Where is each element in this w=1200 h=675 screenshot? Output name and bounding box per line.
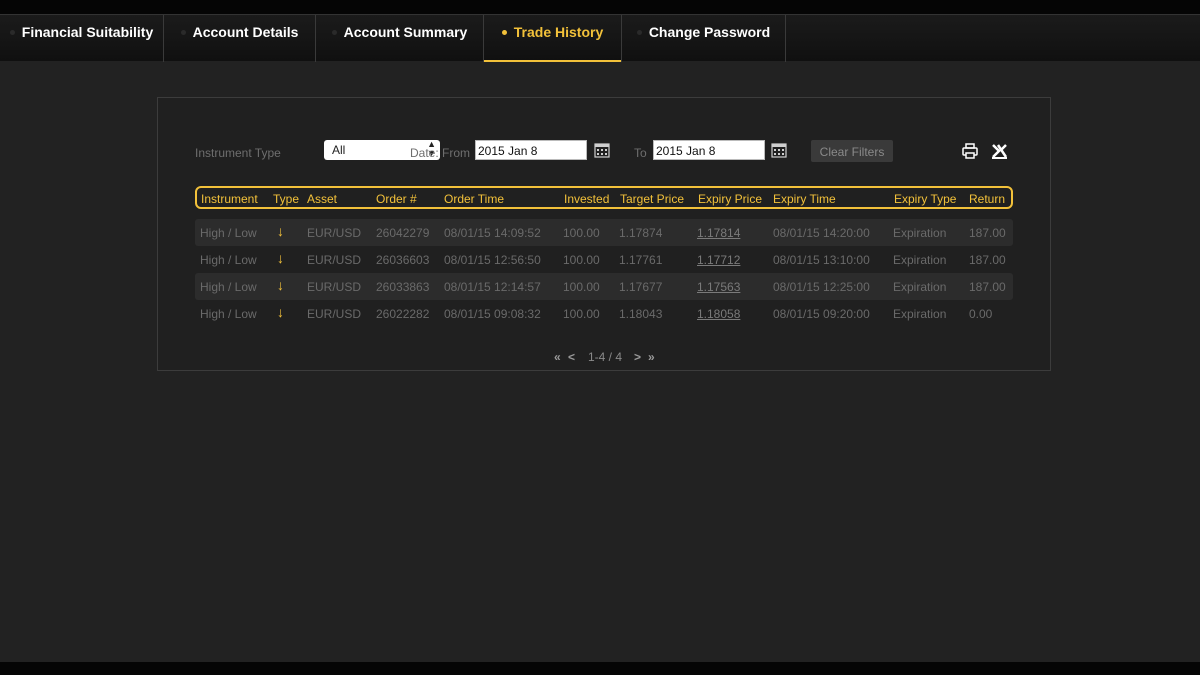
tab-bullet-icon <box>331 30 337 35</box>
cell-order-time: 08/01/15 12:14:57 <box>444 280 541 294</box>
cell-expiry-type: Expiration <box>893 280 947 294</box>
to-date-input[interactable]: 2015 Jan 8 <box>653 140 765 160</box>
table-row[interactable]: High / Low ↓ EUR/USD 26042279 08/01/15 1… <box>195 219 1013 246</box>
tab-account-details[interactable]: Account Details <box>164 15 316 62</box>
instrument-type-value: All <box>332 143 346 157</box>
col-asset[interactable]: Asset <box>307 192 337 206</box>
table-row[interactable]: High / Low ↓ EUR/USD 26033863 08/01/15 1… <box>195 273 1013 300</box>
cell-order-number: 26022282 <box>376 307 430 321</box>
cell-expiry-time: 08/01/15 14:20:00 <box>773 226 870 240</box>
top-bar <box>0 0 1200 14</box>
cell-asset: EUR/USD <box>307 253 362 267</box>
cell-asset: EUR/USD <box>307 226 362 240</box>
down-arrow-icon: ↓ <box>277 304 284 320</box>
cell-instrument: High / Low <box>200 253 257 267</box>
cell-expiry-price-link[interactable]: 1.17712 <box>697 253 740 267</box>
cell-expiry-time: 08/01/15 12:25:00 <box>773 280 870 294</box>
from-label: From <box>442 146 470 160</box>
instrument-type-label: Instrument Type <box>195 146 281 160</box>
cell-return: 187.00 <box>969 226 1006 240</box>
cell-expiry-time: 08/01/15 13:10:00 <box>773 253 870 267</box>
cell-order-number: 26036603 <box>376 253 430 267</box>
print-icon[interactable] <box>961 142 979 160</box>
cell-target-price: 1.18043 <box>619 307 663 321</box>
cell-expiry-price-link[interactable]: 1.17814 <box>697 226 740 240</box>
cell-expiry-type: Expiration <box>893 253 947 267</box>
calendar-icon[interactable] <box>771 142 787 158</box>
tab-label: Trade History <box>513 24 604 40</box>
cell-expiry-price-link[interactable]: 1.17563 <box>697 280 740 294</box>
tab-label: Account Summary <box>343 24 468 40</box>
col-order-time[interactable]: Order Time <box>444 192 504 206</box>
tab-label: Account Details <box>192 24 299 40</box>
cell-asset: EUR/USD <box>307 280 362 294</box>
tab-financial-suitability[interactable]: Financial Suitability <box>0 15 164 62</box>
down-arrow-icon: ↓ <box>277 223 284 239</box>
date-label: Date: <box>410 146 439 160</box>
table-row[interactable]: High / Low ↓ EUR/USD 26036603 08/01/15 1… <box>195 246 1013 273</box>
from-date-input[interactable]: 2015 Jan 8 <box>475 140 587 160</box>
cell-invested: 100.00 <box>563 280 600 294</box>
cell-asset: EUR/USD <box>307 307 362 321</box>
col-order-number[interactable]: Order # <box>376 192 417 206</box>
cell-expiry-type: Expiration <box>893 226 947 240</box>
cell-return: 187.00 <box>969 253 1006 267</box>
table-row[interactable]: High / Low ↓ EUR/USD 26022282 08/01/15 0… <box>195 300 1013 327</box>
cell-invested: 100.00 <box>563 253 600 267</box>
table-header: Instrument Type Asset Order # Order Time… <box>195 186 1013 209</box>
tab-change-password[interactable]: Change Password <box>622 15 786 62</box>
cell-invested: 100.00 <box>563 307 600 321</box>
cell-order-time: 08/01/15 09:08:32 <box>444 307 541 321</box>
cell-expiry-price-link[interactable]: 1.18058 <box>697 307 740 321</box>
tab-bullet-icon <box>180 30 186 35</box>
trade-history-panel: Instrument Type All ▲ ▼ Date: From 2015 J… <box>157 97 1051 371</box>
cell-target-price: 1.17874 <box>619 226 663 240</box>
cell-instrument: High / Low <box>200 307 257 321</box>
cell-order-number: 26042279 <box>376 226 430 240</box>
col-invested[interactable]: Invested <box>564 192 609 206</box>
cell-order-time: 08/01/15 12:56:50 <box>444 253 541 267</box>
down-arrow-icon: ↓ <box>277 277 284 293</box>
col-return[interactable]: Return <box>969 192 1005 206</box>
excel-export-icon[interactable] <box>991 142 1009 160</box>
cell-instrument: High / Low <box>200 280 257 294</box>
col-expiry-type[interactable]: Expiry Type <box>894 192 956 206</box>
bottom-bar <box>0 662 1200 675</box>
cell-expiry-time: 08/01/15 09:20:00 <box>773 307 870 321</box>
cell-order-time: 08/01/15 14:09:52 <box>444 226 541 240</box>
cell-invested: 100.00 <box>563 226 600 240</box>
tab-trade-history[interactable]: Trade History <box>484 15 622 62</box>
tab-bullet-icon <box>501 30 507 35</box>
cell-return: 187.00 <box>969 280 1006 294</box>
col-instrument[interactable]: Instrument <box>201 192 258 206</box>
col-type[interactable]: Type <box>273 192 299 206</box>
tab-account-summary[interactable]: Account Summary <box>316 15 484 62</box>
tab-bar: Financial Suitability Account Details Ac… <box>0 14 1200 62</box>
tab-bullet-icon <box>9 30 15 35</box>
col-expiry-price[interactable]: Expiry Price <box>698 192 762 206</box>
tab-bullet-icon <box>636 30 642 35</box>
page-status: 1-4 / 4 <box>588 350 623 364</box>
cell-target-price: 1.17677 <box>619 280 663 294</box>
clear-filters-button[interactable]: Clear Filters <box>811 140 893 162</box>
filter-bar: Instrument Type All ▲ ▼ Date: From 2015 J… <box>195 140 1008 162</box>
col-target-price[interactable]: Target Price <box>620 192 684 206</box>
to-label: To <box>634 146 647 160</box>
cell-expiry-type: Expiration <box>893 307 947 321</box>
cell-return: 0.00 <box>969 307 993 321</box>
prev-page-button[interactable]: < <box>568 350 575 364</box>
next-page-button[interactable]: > <box>634 350 641 364</box>
cell-order-number: 26033863 <box>376 280 430 294</box>
tab-label: Financial Suitability <box>21 24 154 40</box>
col-expiry-time[interactable]: Expiry Time <box>773 192 836 206</box>
down-arrow-icon: ↓ <box>277 250 284 266</box>
calendar-icon[interactable] <box>594 142 610 158</box>
tab-label: Change Password <box>648 24 771 40</box>
last-page-button[interactable]: » <box>648 350 655 364</box>
first-page-button[interactable]: « <box>554 350 561 364</box>
cell-target-price: 1.17761 <box>619 253 663 267</box>
cell-instrument: High / Low <box>200 226 257 240</box>
